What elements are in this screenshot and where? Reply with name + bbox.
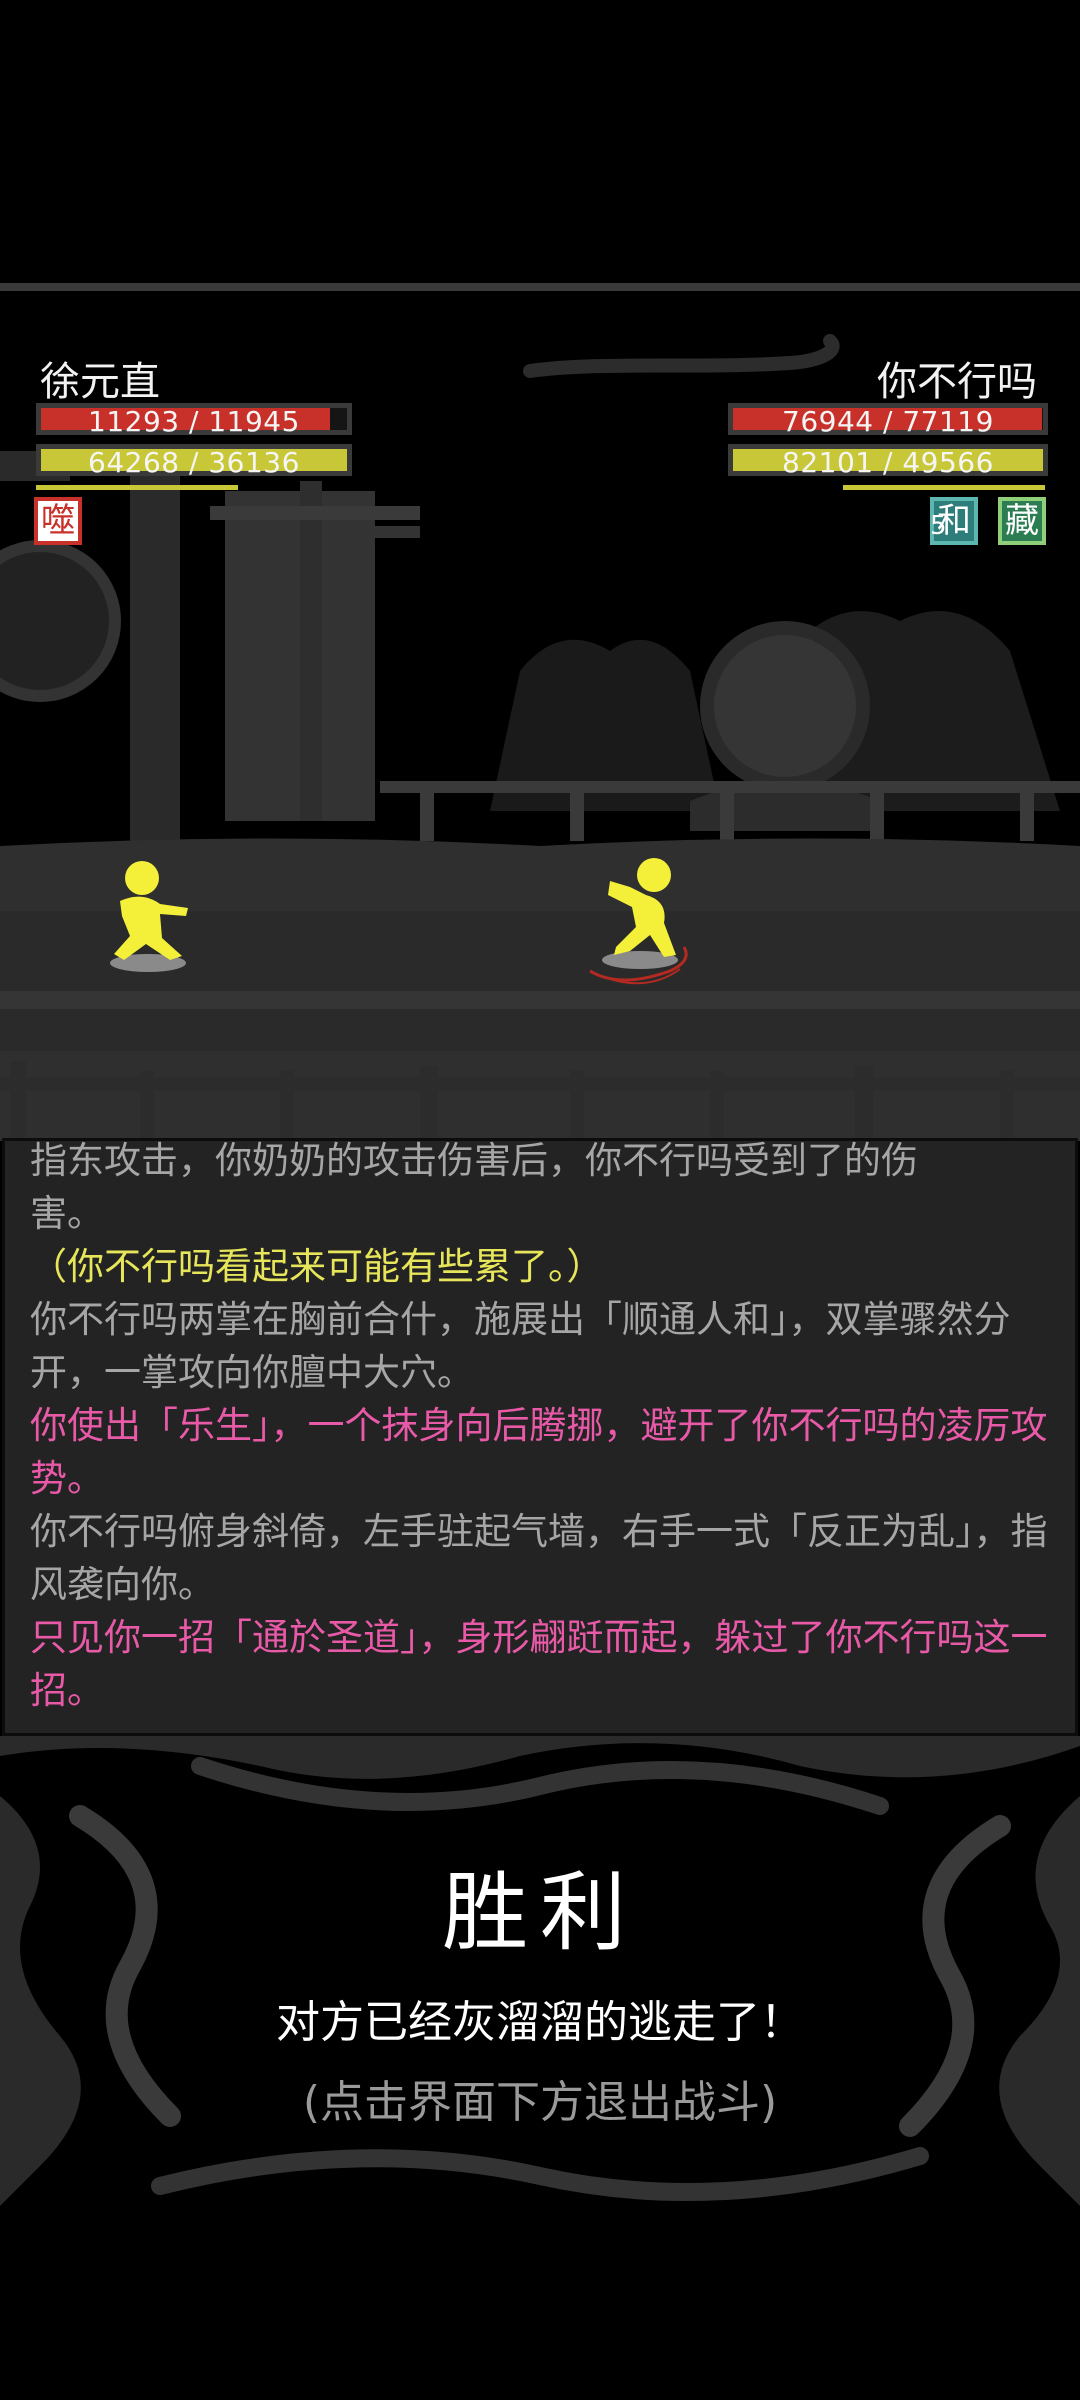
hide-status-icon[interactable]: 藏 bbox=[998, 497, 1046, 545]
log-line: 你不行吗两掌在胸前合什，施展出「顺通人和」，双掌骤然分开，一掌攻向你膻中大穴。 bbox=[30, 1298, 1011, 1394]
log-line: 只见你一招「通於圣道」，身形翩跹而起，躲过了你不行吗这一招。 bbox=[30, 1616, 1048, 1712]
log-line: 害。 bbox=[30, 1192, 104, 1235]
player-fighter[interactable] bbox=[100, 856, 200, 976]
enemy-mp-text: 82101 / 49566 bbox=[782, 446, 994, 479]
log-line: （你不行吗看起来可能有些累了。） bbox=[30, 1245, 604, 1288]
top-black-area bbox=[0, 0, 1080, 285]
exit-battle-hint[interactable]: (点击界面下方退出战斗) bbox=[0, 2066, 1080, 2130]
result-area[interactable]: 胜利 对方已经灰溜溜的逃走了！ (点击界面下方退出战斗) bbox=[0, 1736, 1080, 2206]
player-hp-text: 11293 / 11945 bbox=[88, 405, 300, 438]
enemy-name: 你不行吗 bbox=[877, 359, 1037, 405]
enemy-mp-bar: 82101 / 49566 bbox=[728, 444, 1048, 479]
log-line: 你不行吗俯身斜倚，左手驻起气墙，右手一式「反正为乱」，指风袭向你。 bbox=[30, 1510, 1048, 1606]
enemy-hp-text: 76944 / 77119 bbox=[782, 405, 994, 438]
result-title: 胜利 bbox=[442, 1863, 638, 1963]
bite-status-icon[interactable]: 噬 bbox=[34, 497, 82, 545]
battle-log: 指东攻击，你奶奶的攻击伤害后，你不行吗受到了的伤 害。 （你不行吗看起来可能有些累了… bbox=[30, 1139, 1060, 1717]
player-hp-bar: 11293 / 11945 bbox=[36, 403, 352, 438]
enemy-hp-bar: 76944 / 77119 bbox=[728, 403, 1048, 438]
player-mp-bar: 64268 / 36136 bbox=[36, 444, 352, 479]
result-message: 对方已经灰溜溜的逃走了！ bbox=[276, 1997, 804, 2048]
drum bbox=[700, 621, 870, 791]
log-line: 你使出「乐生」，一个抹身向后腾挪，避开了你不行吗的凌厉攻势。 bbox=[30, 1404, 1048, 1500]
smoke-background bbox=[0, 1736, 1080, 2206]
log-line: 指东攻击，你奶奶的攻击伤害后，你不行吗受到了的伤 bbox=[30, 1139, 918, 1182]
harmony-status-count: 5 bbox=[930, 511, 947, 541]
player-mp-text: 64268 / 36136 bbox=[88, 446, 300, 479]
player-stamina-line bbox=[36, 485, 238, 490]
emblem-disc bbox=[0, 540, 121, 702]
top-divider bbox=[0, 283, 1080, 291]
enemy-fighter[interactable] bbox=[580, 851, 720, 991]
battle-scene[interactable]: 徐元直 11293 / 11945 64268 / 36136 噬 你不行吗 7… bbox=[0, 291, 1080, 1141]
enemy-stamina-line bbox=[843, 485, 1045, 490]
battle-log-panel[interactable]: 指东攻击，你奶奶的攻击伤害后，你不行吗受到了的伤 害。 （你不行吗看起来可能有些累了… bbox=[2, 1138, 1078, 1736]
player-name: 徐元直 bbox=[40, 359, 160, 405]
exit-battle-area[interactable] bbox=[0, 2206, 1080, 2400]
